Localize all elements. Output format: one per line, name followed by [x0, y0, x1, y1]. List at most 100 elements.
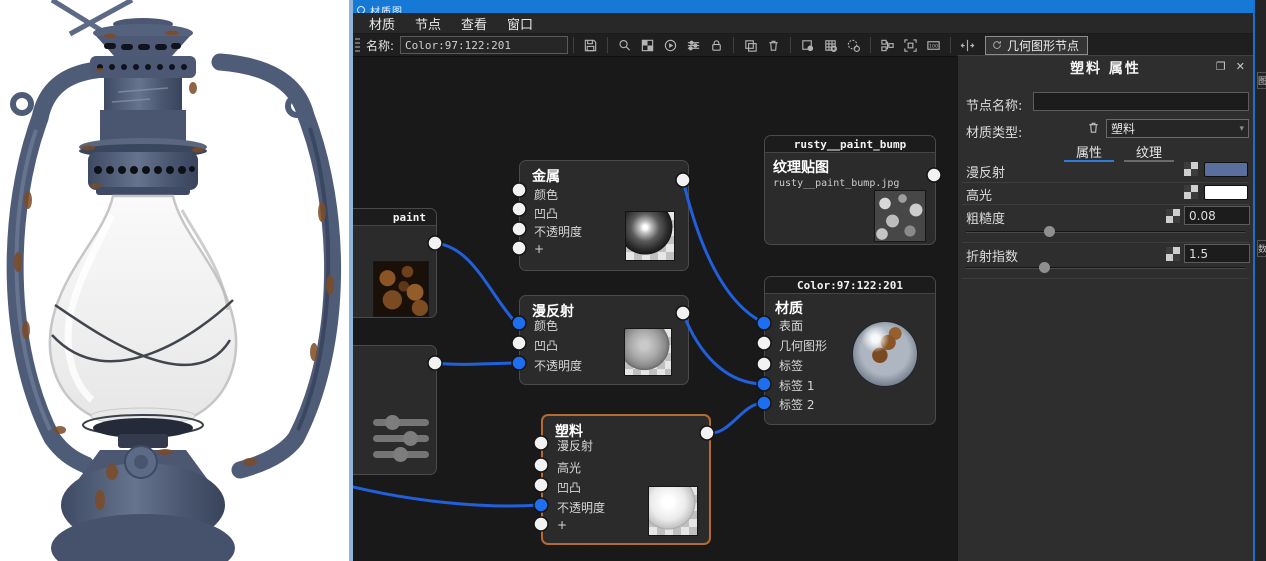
toolbar-separator: [573, 37, 575, 53]
background-window-edge: 图 数: [1253, 0, 1266, 561]
ior-value[interactable]: 1.5: [1184, 244, 1250, 263]
ior-texture-button[interactable]: [1166, 247, 1180, 261]
toolbar-grip[interactable]: [355, 37, 360, 53]
edge-tab-params[interactable]: 数: [1257, 240, 1266, 257]
tab-attributes[interactable]: 属性: [1064, 142, 1114, 162]
geometry-node-label: 几何图形节点: [1007, 38, 1080, 53]
port-material-tag2[interactable]: [756, 395, 772, 411]
port-plastic-add[interactable]: [533, 516, 549, 532]
wire-adjust-to-diffuse-opacity[interactable]: [433, 361, 518, 366]
panel-title: 塑料 属性: [1070, 61, 1141, 77]
port-texture-output[interactable]: [926, 167, 942, 183]
node-graph-canvas[interactable]: paint 金属 颜色 凹凸 不透明度 + 漫反射 颜色 凹凸 不透明度 塑料 …: [353, 57, 957, 561]
ior-slider[interactable]: [966, 262, 1245, 273]
port-material-surface[interactable]: [756, 315, 772, 331]
menu-node[interactable]: 节点: [405, 13, 451, 33]
chevron-down-icon: ▾: [1239, 123, 1244, 134]
diffuse-color-swatch[interactable]: [1204, 162, 1248, 177]
port-metal-bump[interactable]: [511, 201, 527, 217]
render-play-button[interactable]: [659, 35, 682, 56]
port-plastic-opacity[interactable]: [533, 497, 549, 513]
roughness-slider[interactable]: [966, 226, 1245, 237]
material-history-button[interactable]: [842, 35, 865, 56]
copy-icon: [745, 39, 757, 52]
divider: [962, 278, 1249, 279]
material-type-label: 材质类型:: [966, 126, 1023, 141]
wire-diffuse-to-material-tag1[interactable]: [681, 311, 766, 386]
wire-plastic-to-material-tag2[interactable]: [705, 401, 766, 435]
wire-edge-to-plastic-opacity[interactable]: [353, 485, 542, 508]
port-metal-output[interactable]: [675, 172, 691, 188]
diffuse-label: 漫反射: [966, 166, 1006, 181]
delete-material-button[interactable]: [1086, 120, 1101, 139]
delete-button[interactable]: [762, 35, 785, 56]
panel-float-button[interactable]: ❐: [1216, 60, 1226, 73]
port-material-geometry[interactable]: [756, 335, 772, 351]
port-metal-color[interactable]: [511, 182, 527, 198]
edge-tab-graph[interactable]: 图: [1257, 72, 1266, 89]
fit-view-button[interactable]: [899, 35, 922, 56]
properties-panel: 塑料 属性 ❐ ✕ 节点名称: 材质类型: 塑料 ▾ 属性 纹理 漫反射 高光 …: [957, 55, 1253, 561]
window-titlebar[interactable]: 材质图: [349, 0, 1253, 13]
port-material-tag[interactable]: [756, 356, 772, 372]
checker-icon: [641, 39, 654, 51]
port-plastic-diffuse[interactable]: [533, 435, 549, 451]
roughness-slider-handle[interactable]: [1044, 226, 1055, 237]
menu-material[interactable]: 材质: [359, 13, 405, 33]
port-material-tag1[interactable]: [756, 376, 772, 392]
port-diffuse-opacity[interactable]: [511, 355, 527, 371]
lock-icon: [712, 39, 721, 51]
checker-material-button[interactable]: [636, 35, 659, 56]
wire-metal-to-material-surface[interactable]: [681, 178, 766, 325]
roughness-value[interactable]: 0.08: [1184, 206, 1250, 225]
port-plastic-bump[interactable]: [533, 477, 549, 493]
material-grid-button[interactable]: [819, 35, 842, 56]
geometry-node-button[interactable]: 几何图形节点: [985, 35, 1089, 55]
port-diffuse-output[interactable]: [675, 305, 691, 321]
port-adjust-output[interactable]: [427, 355, 443, 371]
port-plastic-specular[interactable]: [533, 457, 549, 473]
roughness-texture-button[interactable]: [1166, 209, 1180, 223]
toolbar-separator: [733, 37, 735, 53]
port-diffuse-bump[interactable]: [511, 335, 527, 351]
diffuse-texture-button[interactable]: [1184, 162, 1198, 176]
fit-view-icon: [904, 38, 917, 52]
node-layout-button[interactable]: [876, 35, 899, 56]
port-metal-opacity[interactable]: [511, 221, 527, 237]
ior-slider-handle[interactable]: [1039, 262, 1050, 273]
node-layout-icon: [881, 39, 894, 51]
paste-material-button[interactable]: [796, 35, 819, 56]
lock-button[interactable]: [705, 35, 728, 56]
menu-window[interactable]: 窗口: [497, 13, 543, 33]
magnifier-button[interactable]: [613, 35, 636, 56]
window-resize-edge[interactable]: [349, 0, 353, 561]
app-icon: [357, 5, 365, 13]
window-title: 材质图: [370, 6, 403, 14]
specular-color-swatch[interactable]: [1204, 185, 1248, 200]
panel-close-button[interactable]: ✕: [1236, 60, 1245, 73]
material-name-input[interactable]: [400, 36, 569, 54]
wire-paint-to-diffuse-color[interactable]: [433, 241, 518, 325]
port-plastic-output[interactable]: [699, 425, 715, 441]
save-button[interactable]: [579, 35, 602, 56]
ior-label: 折射指数: [966, 250, 1019, 265]
sliders-button[interactable]: [682, 35, 705, 56]
port-paint-output[interactable]: [427, 235, 443, 251]
toolbar-separator: [790, 37, 792, 53]
port-metal-add[interactable]: [511, 240, 527, 256]
trash-icon: [769, 40, 778, 51]
sliders-icon: [687, 40, 700, 50]
port-diffuse-color[interactable]: [511, 315, 527, 331]
zoom-100-button[interactable]: 100: [922, 35, 945, 56]
lantern-render-image: [6, 0, 342, 561]
trash-icon: [1089, 122, 1098, 133]
menu-view[interactable]: 查看: [451, 13, 497, 33]
divider: [962, 204, 1249, 205]
align-split-button[interactable]: [956, 35, 979, 56]
material-type-dropdown[interactable]: 塑料 ▾: [1106, 119, 1249, 138]
specular-texture-button[interactable]: [1184, 185, 1198, 199]
toolbar: 名称: 100 几何图形节点: [353, 34, 1253, 57]
tab-texture[interactable]: 纹理: [1124, 142, 1174, 162]
duplicate-button[interactable]: [739, 35, 762, 56]
node-name-input[interactable]: [1033, 92, 1249, 111]
